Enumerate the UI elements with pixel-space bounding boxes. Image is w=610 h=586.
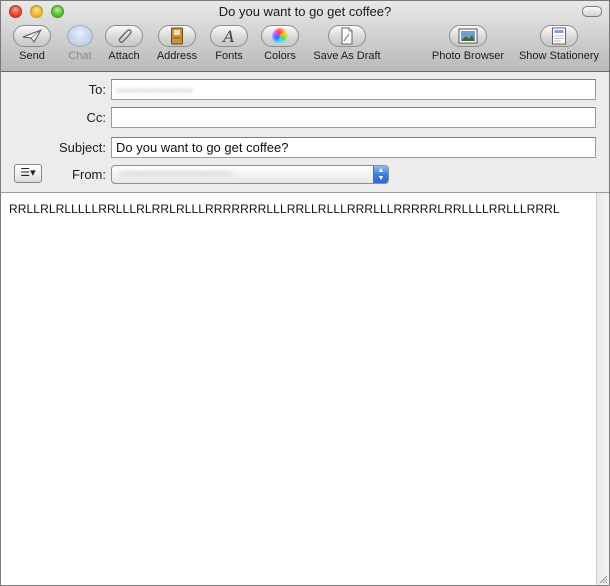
window-title: Do you want to go get coffee?: [218, 4, 392, 19]
mail-compose-window: Do you want to go get coffee? Send Chat: [0, 0, 610, 586]
photo-icon: [449, 25, 487, 47]
color-wheel-icon: [261, 25, 299, 47]
fonts-label: Fonts: [215, 50, 243, 62]
subject-value: Do you want to go get coffee?: [116, 140, 289, 155]
attach-label: Attach: [108, 50, 140, 62]
save-as-draft-button[interactable]: Save As Draft: [309, 25, 385, 62]
message-body-text: RRLLRLRLLLLLRRLLLRLRRLRLLLRRRRRRRLLLRRLL…: [9, 202, 560, 216]
chat-bubble-icon: [67, 25, 93, 47]
paperclip-icon: [105, 25, 143, 47]
cc-label: Cc:: [86, 110, 107, 125]
vertical-scrollbar[interactable]: [596, 193, 609, 585]
font-icon: A: [210, 25, 248, 47]
to-value: ••••••••••••••••••••: [116, 85, 194, 97]
address-book-icon: [158, 25, 196, 47]
from-label: From:: [72, 167, 106, 182]
to-field[interactable]: ••••••••••••••••••••: [111, 79, 596, 100]
draft-icon: [328, 25, 366, 47]
send-label: Send: [19, 50, 45, 62]
from-account-select[interactable]: ••••••••••••••••••••••••••••• ▲ ▼: [111, 165, 389, 184]
to-label: To:: [88, 82, 106, 97]
address-button[interactable]: Address: [155, 25, 199, 62]
fonts-button[interactable]: A Fonts: [209, 25, 249, 62]
address-label: Address: [156, 50, 198, 62]
cc-field[interactable]: [111, 107, 596, 128]
send-button[interactable]: Send: [12, 25, 52, 62]
colors-button[interactable]: Colors: [260, 25, 300, 62]
save-as-draft-label: Save As Draft: [313, 50, 381, 62]
title-toolbar: Do you want to go get coffee? Send Chat: [1, 1, 609, 72]
chat-label: Chat: [68, 50, 92, 62]
stationery-icon: [540, 25, 578, 47]
show-stationery-button[interactable]: Show Stationery: [515, 25, 603, 62]
subject-label: Subject:: [59, 140, 106, 155]
colors-label: Colors: [264, 50, 296, 62]
select-arrows-icon: ▲ ▼: [373, 166, 388, 183]
resize-grip-icon[interactable]: [598, 574, 608, 584]
toolbar-toggle-button[interactable]: [582, 6, 602, 17]
attach-button[interactable]: Attach: [104, 25, 144, 62]
message-headers: To: •••••••••••••••••••• Cc: Subject: Do…: [1, 72, 609, 193]
paper-plane-icon: [13, 25, 51, 47]
photo-browser-button[interactable]: Photo Browser: [429, 25, 507, 62]
photo-browser-label: Photo Browser: [431, 50, 505, 62]
show-stationery-label: Show Stationery: [518, 50, 600, 62]
message-body[interactable]: RRLLRLRLLLLLRRLLLRLRRLRLLLRRRRRRRLLLRRLL…: [1, 193, 597, 585]
subject-field[interactable]: Do you want to go get coffee?: [111, 137, 596, 158]
chat-button[interactable]: Chat: [60, 25, 100, 62]
from-value: •••••••••••••••••••••••••••••: [120, 168, 232, 180]
